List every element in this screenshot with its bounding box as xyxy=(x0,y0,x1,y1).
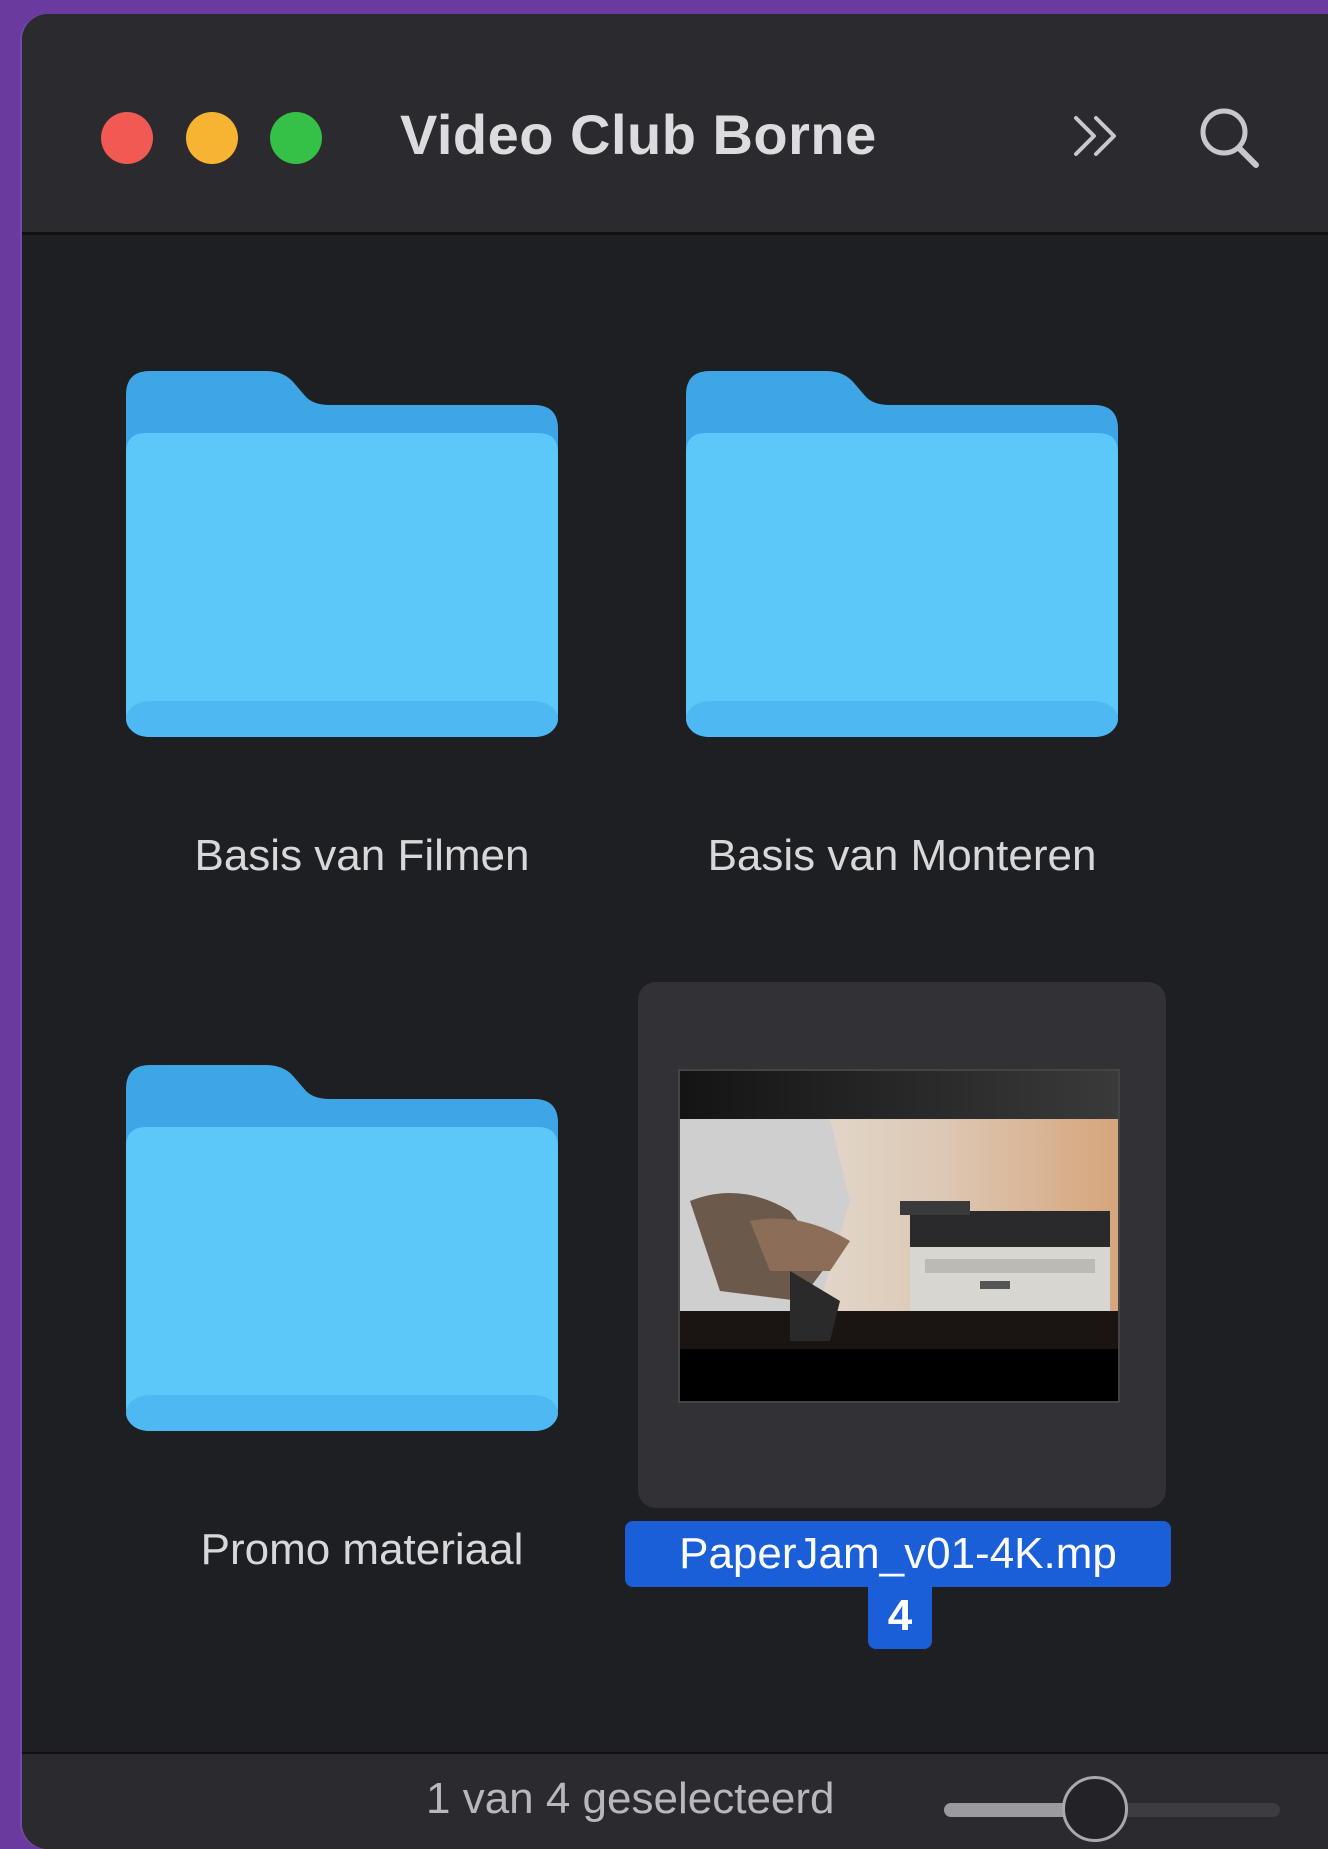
folder-icon[interactable] xyxy=(126,371,558,737)
finder-window: Video Club Borne Basis van Filmen Basis … xyxy=(22,14,1328,1849)
title-bar: Video Club Borne xyxy=(22,14,1328,235)
icon-view: Basis van Filmen Basis van Monteren Prom… xyxy=(22,235,1328,1750)
item-label[interactable]: Basis van Monteren xyxy=(622,831,1182,881)
minimize-button[interactable] xyxy=(186,112,238,164)
item-label[interactable]: Basis van Filmen xyxy=(82,831,642,881)
folder-icon[interactable] xyxy=(686,371,1118,737)
selected-item-label-wrap[interactable]: 4 xyxy=(868,1585,932,1649)
close-button[interactable] xyxy=(101,112,153,164)
search-icon[interactable] xyxy=(1192,102,1272,172)
zoom-button[interactable] xyxy=(270,112,322,164)
window-title: Video Club Borne xyxy=(400,103,877,166)
video-thumbnail[interactable] xyxy=(680,1071,1118,1401)
selected-item-label[interactable]: PaperJam_v01-4K.mp xyxy=(625,1521,1171,1587)
icon-size-slider[interactable] xyxy=(944,1776,1280,1842)
chevrons-right-icon[interactable] xyxy=(1064,106,1144,166)
item-label[interactable]: Promo materiaal xyxy=(82,1525,642,1575)
video-frame-image xyxy=(680,1071,1118,1401)
slider-knob[interactable] xyxy=(1062,1776,1129,1842)
folder-icon[interactable] xyxy=(126,1065,558,1431)
status-bar: 1 van 4 geselecteerd xyxy=(22,1752,1328,1849)
selection-count: 1 van 4 geselecteerd xyxy=(426,1774,835,1823)
